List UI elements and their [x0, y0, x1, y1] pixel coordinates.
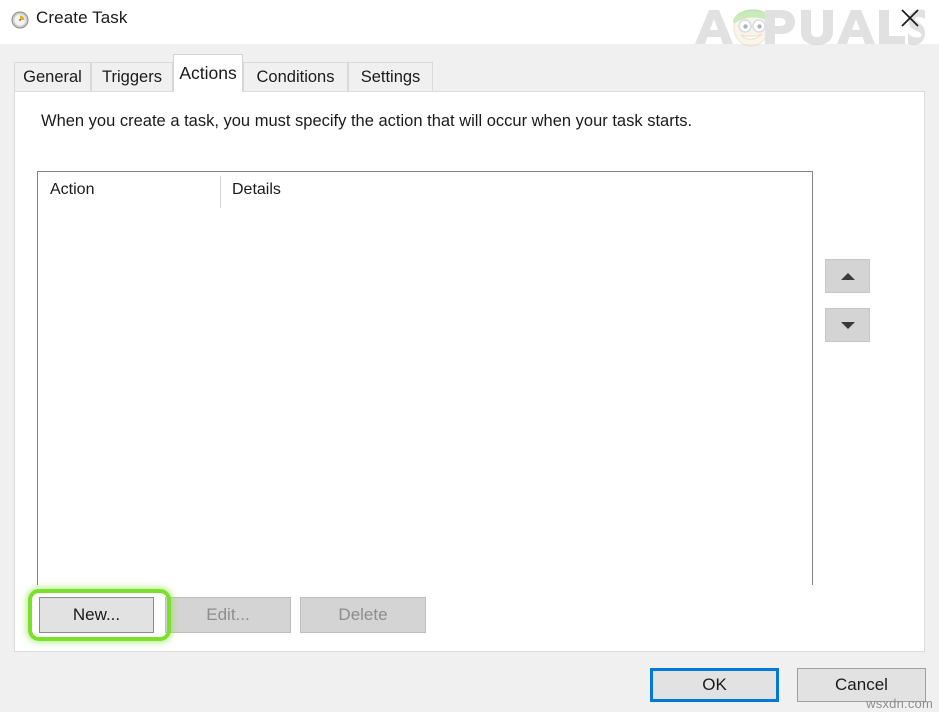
create-task-dialog: Create Task General Triggers Actions Con…: [0, 0, 939, 712]
delete-button: Delete: [300, 597, 426, 633]
title-bar: Create Task: [0, 0, 939, 44]
tab-triggers[interactable]: Triggers: [91, 62, 173, 92]
actions-list[interactable]: Action Details: [37, 171, 813, 585]
actions-tab-panel: When you create a task, you must specify…: [14, 91, 925, 652]
tab-general[interactable]: General: [14, 62, 91, 92]
actions-list-header: Action Details: [38, 172, 812, 211]
tab-settings[interactable]: Settings: [348, 62, 433, 92]
move-up-button[interactable]: [825, 259, 870, 293]
column-divider[interactable]: [220, 176, 221, 208]
tab-actions[interactable]: Actions: [173, 54, 243, 92]
column-header-details[interactable]: Details: [232, 181, 281, 199]
tab-strip: General Triggers Actions Conditions Sett…: [0, 44, 939, 92]
page-title: Create Task: [36, 8, 128, 27]
edit-button: Edit...: [165, 597, 291, 633]
clock-icon: [11, 11, 29, 29]
new-button[interactable]: New...: [39, 597, 154, 633]
site-watermark: wsxdn.com: [866, 696, 933, 711]
ok-button[interactable]: OK: [650, 668, 779, 702]
column-header-action[interactable]: Action: [50, 181, 94, 199]
triangle-up-icon: [840, 272, 855, 280]
triangle-down-icon: [840, 321, 855, 329]
instruction-text: When you create a task, you must specify…: [41, 112, 693, 130]
actions-list-body[interactable]: [38, 211, 812, 585]
move-down-button[interactable]: [825, 308, 870, 342]
tab-conditions[interactable]: Conditions: [243, 62, 348, 92]
close-icon[interactable]: [889, 2, 931, 34]
